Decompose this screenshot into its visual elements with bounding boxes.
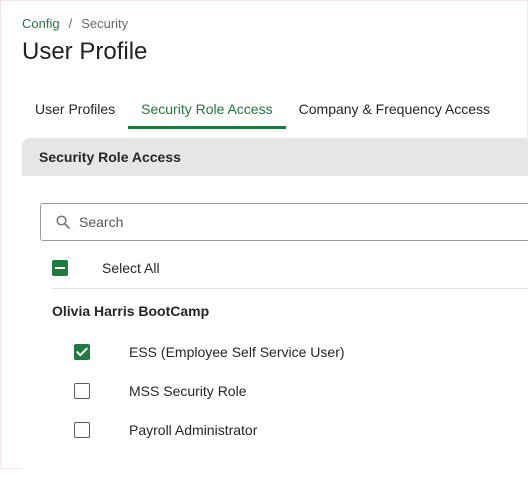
tab-security-role-access[interactable]: Security Role Access	[128, 92, 286, 129]
role-item[interactable]: Payroll Administrator	[74, 420, 345, 440]
role-label[interactable]: Payroll Administrator	[129, 422, 257, 438]
tab-user-profiles[interactable]: User Profiles	[22, 92, 128, 126]
breadcrumb: Config / Security	[22, 16, 128, 31]
select-all-label[interactable]: Select All	[102, 260, 160, 276]
group-title: Olivia Harris BootCamp	[52, 303, 210, 319]
role-label[interactable]: ESS (Employee Self Service User)	[129, 344, 345, 360]
role-item[interactable]: ESS (Employee Self Service User)	[74, 342, 345, 362]
tab-bar: User Profiles Security Role Access Compa…	[22, 92, 503, 129]
role-checkbox-ess[interactable]	[74, 344, 90, 360]
tab-company-frequency-access[interactable]: Company & Frequency Access	[286, 92, 503, 126]
breadcrumb-separator: /	[68, 16, 73, 31]
role-label[interactable]: MSS Security Role	[129, 383, 246, 399]
breadcrumb-link-config[interactable]: Config	[22, 16, 60, 31]
select-all-row[interactable]: Select All	[52, 258, 160, 278]
role-checkbox-payroll[interactable]	[74, 422, 90, 438]
divider	[52, 288, 528, 289]
panel-header: Security Role Access	[22, 138, 528, 176]
role-checkbox-mss[interactable]	[74, 383, 90, 399]
search-icon	[53, 212, 73, 232]
role-list: ESS (Employee Self Service User) MSS Sec…	[74, 342, 345, 459]
page-title: User Profile	[22, 38, 148, 65]
search-input[interactable]	[77, 213, 501, 231]
search-field[interactable]	[40, 203, 528, 241]
role-item[interactable]: MSS Security Role	[74, 381, 345, 401]
breadcrumb-current: Security	[81, 16, 129, 31]
select-all-checkbox[interactable]	[52, 260, 68, 276]
security-role-panel: Security Role Access Select All Olivia H…	[22, 138, 528, 478]
